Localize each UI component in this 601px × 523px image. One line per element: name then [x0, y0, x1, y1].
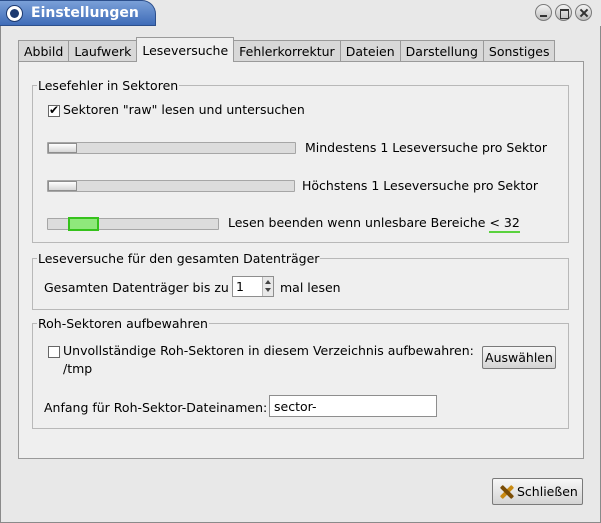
- stop-reading-value: < 32: [489, 215, 520, 233]
- close-button-label: Schließen: [517, 484, 578, 499]
- minimize-button[interactable]: [535, 4, 552, 21]
- spin-up-icon[interactable]: [265, 280, 271, 284]
- stop-reading-label-text: Lesen beenden wenn unlesbare Bereiche: [228, 215, 486, 230]
- keep-raw-checkbox[interactable]: [48, 346, 60, 358]
- max-attempts-slider[interactable]: [47, 180, 295, 192]
- min-attempts-slider[interactable]: [47, 142, 296, 154]
- keep-raw-label: Unvollständige Roh-Sektoren in diesem Ve…: [63, 343, 474, 358]
- close-window-button[interactable]: [575, 4, 592, 21]
- tab-fehlerkorrektur[interactable]: Fehlerkorrektur: [233, 40, 341, 62]
- spinner-arrows[interactable]: [262, 277, 273, 296]
- max-attempts-handle[interactable]: [48, 181, 77, 191]
- choose-directory-button[interactable]: Auswählen: [482, 346, 556, 369]
- close-button[interactable]: Schließen: [492, 478, 583, 505]
- tab-sonstiges[interactable]: Sonstiges: [482, 40, 556, 62]
- medium-retries-legend: Leseversuche für den gesamten Datenträge…: [37, 251, 321, 266]
- maximize-icon: [556, 5, 571, 20]
- min-attempts-handle[interactable]: [48, 143, 77, 153]
- close-x-icon: [499, 484, 515, 500]
- medium-retries-label: Gesamten Datenträger bis zu: [44, 280, 229, 295]
- prefix-input[interactable]: [269, 395, 437, 417]
- raw-sectors-legend: Roh-Sektoren aufbewahren: [37, 316, 209, 331]
- medium-retries-spinner[interactable]: 1: [232, 276, 274, 297]
- medium-retries-value[interactable]: 1: [236, 279, 244, 294]
- min-attempts-label: Mindestens 1 Leseversuche pro Sektor: [305, 140, 547, 155]
- title-bar: Einstellungen: [0, 0, 601, 26]
- tab-laufwerk[interactable]: Laufwerk: [68, 40, 138, 62]
- stop-reading-slider[interactable]: [47, 217, 219, 231]
- raw-path-label: /tmp: [63, 361, 93, 376]
- maximize-button[interactable]: [555, 4, 572, 21]
- max-attempts-label: Höchstens 1 Leseversuche pro Sektor: [302, 178, 539, 193]
- minimize-icon: [536, 5, 551, 20]
- close-icon: [576, 5, 591, 20]
- stop-reading-label: Lesen beenden wenn unlesbare Bereiche < …: [228, 215, 520, 233]
- tab-abbild[interactable]: Abbild: [18, 40, 70, 62]
- raw-read-checkbox[interactable]: [48, 103, 60, 117]
- tab-bar: Abbild Laufwerk Leseversuche Fehlerkorre…: [18, 37, 556, 62]
- app-icon: [6, 5, 23, 22]
- tab-leseversuche[interactable]: Leseversuche: [136, 37, 235, 62]
- window-title: Einstellungen: [31, 5, 139, 21]
- tab-darstellung[interactable]: Darstellung: [399, 40, 484, 62]
- medium-retries-suffix: mal lesen: [280, 280, 341, 295]
- spin-down-icon[interactable]: [265, 288, 271, 292]
- title-tab[interactable]: Einstellungen: [0, 0, 156, 26]
- stop-reading-handle[interactable]: [68, 217, 99, 231]
- prefix-label: Anfang für Roh-Sektor-Dateinamen:: [44, 400, 268, 415]
- sector-errors-legend: Lesefehler in Sektoren: [37, 78, 180, 93]
- tab-dateien[interactable]: Dateien: [339, 40, 401, 62]
- raw-read-label: Sektoren "raw" lesen und untersuchen: [63, 102, 305, 117]
